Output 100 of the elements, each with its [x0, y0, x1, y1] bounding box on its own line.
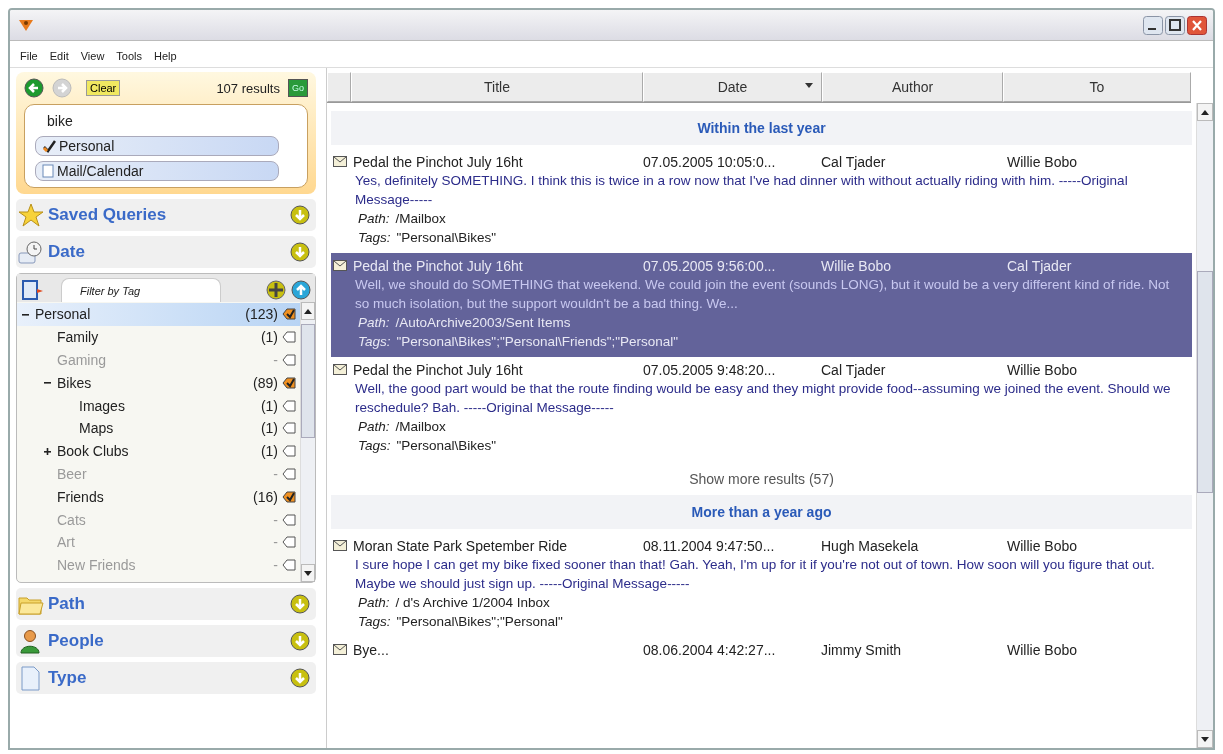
tag-name: Family — [57, 329, 100, 346]
minimize-button[interactable] — [1143, 15, 1163, 35]
add-tag-icon[interactable] — [265, 279, 287, 301]
expand-icon[interactable] — [43, 446, 52, 456]
result-row[interactable]: Bye... 08.06.2004 4:42:27... Jimmy Smith Willie Bobo — [331, 637, 1192, 665]
tags-value: "Personal\Bikes";"Personal\Friends";"Personal" — [396, 333, 679, 351]
tags-value: "Personal\Bikes" — [396, 229, 497, 247]
column-header[interactable]: Author — [822, 72, 1003, 102]
expand-button[interactable] — [290, 594, 310, 614]
tag-checked-icon[interactable] — [282, 308, 296, 321]
tag-item[interactable]: Bikes (89) — [17, 371, 300, 395]
expand-button[interactable] — [290, 242, 310, 262]
tag-item[interactable]: Family (1) — [17, 325, 300, 349]
search-field[interactable]: bike — [35, 111, 297, 131]
date-cell-text: 08.11.2004 9:47:50... — [643, 537, 776, 554]
path-label: Path: — [358, 210, 390, 228]
scroll-up-icon — [1201, 109, 1209, 115]
collapse-button[interactable] — [291, 280, 311, 300]
message-preview: Yes, definitely SOMETHING. I think this is twice in a row now that I've had dinner with without actually riding with him. -----Original Message----- — [354, 172, 1129, 209]
tag-icon[interactable] — [282, 399, 296, 412]
tag-name: Art — [57, 534, 76, 551]
scroll-down-icon — [304, 570, 312, 576]
tag-checked-icon[interactable] — [282, 376, 296, 389]
tags-label: Tags: — [358, 333, 391, 351]
scroll-bar[interactable] — [1196, 103, 1213, 748]
author-cell-text: Cal Tjader — [821, 361, 887, 378]
tag-checked-icon[interactable] — [282, 490, 296, 503]
path-value: /AutoArchive2003/Sent Items — [395, 314, 571, 332]
tag-count: (123) — [245, 306, 278, 323]
author-cell-text: Hugh Masekela — [821, 537, 920, 554]
tag-item[interactable]: Book Clubs (1) — [17, 439, 300, 463]
tag-count: (1) — [260, 443, 278, 460]
expand-button[interactable] — [290, 631, 310, 651]
tag-name: Cats — [57, 511, 87, 528]
maximize-button[interactable] — [1165, 15, 1185, 35]
section-header[interactable]: Type — [16, 662, 316, 694]
group-title: Within the last year — [697, 120, 826, 136]
menu-item[interactable]: Tools — [116, 50, 143, 62]
tag-icon[interactable] — [282, 331, 296, 344]
title-cell-text: Moran State Park Spetember Ride — [353, 537, 568, 554]
tags-value: "Personal\Bikes";"Personal" — [396, 613, 563, 631]
tag-icon[interactable] — [282, 422, 296, 435]
title-cell-text: Bye... — [353, 641, 390, 658]
clear-button[interactable]: Clear — [86, 80, 121, 96]
show-more-link[interactable]: Show more results (57) — [689, 471, 834, 487]
envelope-icon — [333, 364, 347, 375]
tag-count: - — [273, 352, 278, 368]
column-header[interactable]: Title — [351, 72, 643, 102]
menu-item[interactable]: Help — [154, 50, 177, 62]
filter-field[interactable]: Filter by Tag — [61, 278, 221, 302]
tag-name: New Friends — [57, 557, 137, 574]
tag-name: Beer — [57, 465, 88, 482]
to-cell: Willie Bobo — [1007, 153, 1078, 170]
section-header[interactable]: Path — [16, 588, 316, 620]
tag-item[interactable]: Images (1) — [17, 394, 300, 417]
expand-button[interactable] — [290, 668, 310, 688]
scroll-down-icon — [1201, 736, 1209, 742]
tag-item[interactable]: Friends (16) — [17, 485, 300, 509]
section-header[interactable]: Saved Queries — [16, 199, 316, 231]
tag-icon[interactable] — [282, 445, 296, 458]
back-button[interactable] — [24, 78, 44, 98]
tags-value: "Personal\Bikes" — [396, 437, 497, 455]
menu-item[interactable]: File — [20, 50, 38, 62]
page-icon — [42, 164, 54, 178]
envelope-icon — [333, 260, 347, 271]
path-label: Path: — [358, 314, 390, 332]
date-cell-text: 08.06.2004 4:42:27... — [643, 641, 777, 658]
section-title: Path — [48, 594, 86, 614]
clock-icon — [18, 239, 44, 265]
tags-label: Tags: — [358, 229, 391, 247]
section-header[interactable]: Date — [16, 236, 316, 268]
column-header[interactable]: Date — [643, 72, 822, 102]
sort-icon — [805, 83, 813, 88]
scope-option[interactable]: Mail/Calendar — [35, 161, 279, 181]
section-header[interactable]: People — [16, 625, 316, 657]
title-cell-text: Pedal the Pinchot July 16ht — [353, 361, 524, 378]
tag-count: - — [273, 465, 278, 482]
path-label: Path: — [358, 594, 390, 612]
section-title: People — [48, 631, 105, 651]
title-cell-text: Pedal the Pinchot July 16ht — [353, 257, 524, 274]
tag-count: (1) — [260, 397, 278, 414]
tag-count: (16) — [253, 488, 278, 505]
expand-button[interactable] — [290, 205, 310, 225]
column-header[interactable]: To — [1003, 72, 1191, 102]
envelope-icon — [333, 156, 347, 167]
message-preview: Well, the good part would be that the route finding would be easy and they might provide food--assuming we joined the event. Should we reschedule? Bah. -----Original Message----- — [354, 380, 1172, 417]
tag-count: (89) — [253, 374, 278, 391]
author-cell-text: Jimmy Smith — [821, 641, 903, 658]
menu-item[interactable]: View — [80, 50, 105, 62]
tag-name: Maps — [79, 420, 115, 437]
tag-name: Bikes — [57, 374, 93, 391]
tag-item[interactable]: Personal (123) — [17, 303, 300, 326]
tag-count: (1) — [260, 420, 278, 437]
menu-item[interactable]: Edit — [49, 50, 69, 62]
author-cell-text: Cal Tjader — [821, 153, 887, 170]
scroll-bar[interactable] — [300, 302, 315, 582]
close-button[interactable] — [1187, 15, 1207, 35]
title-cell-text: Pedal the Pinchot July 16ht — [353, 153, 524, 170]
scope-option[interactable]: Personal — [35, 136, 279, 156]
tag-item[interactable]: Maps (1) — [17, 417, 300, 440]
